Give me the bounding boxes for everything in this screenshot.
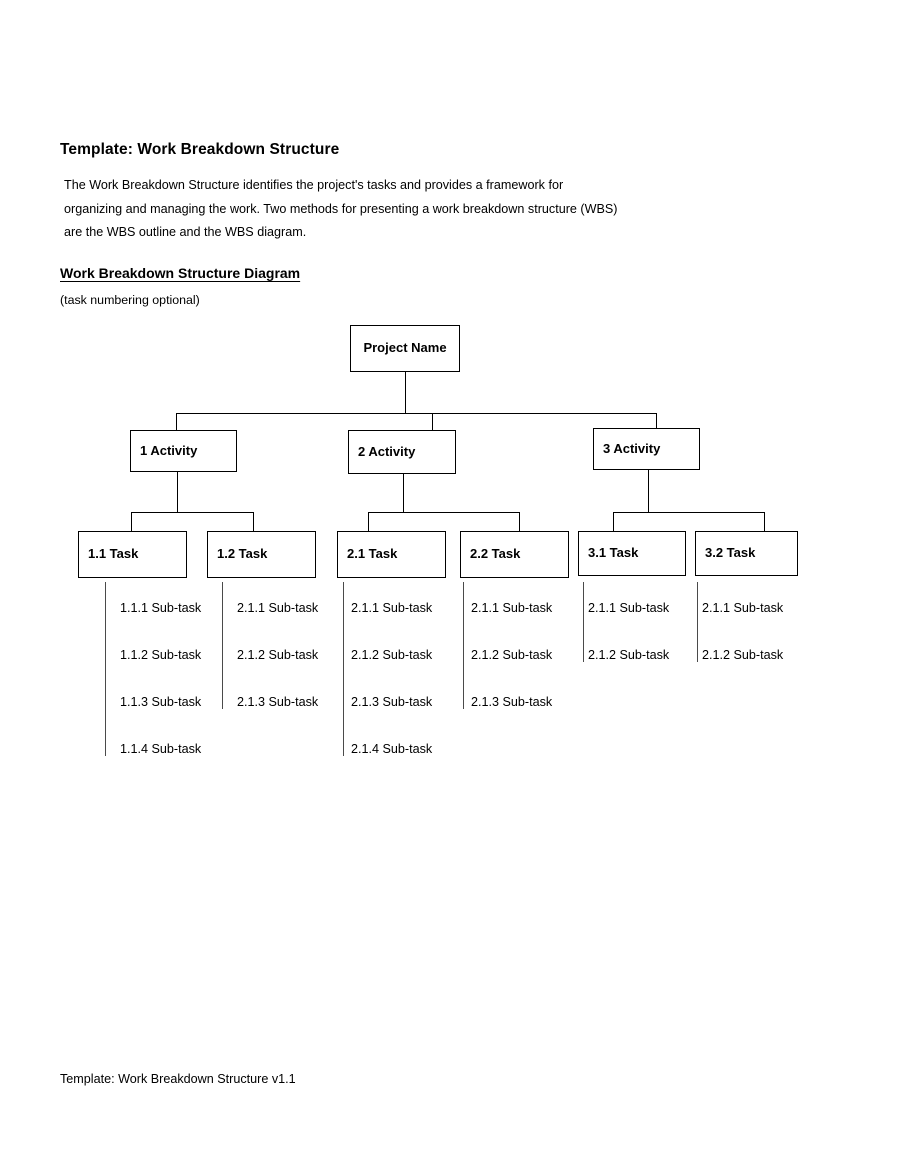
subtask-rail-4 [463,582,464,709]
wbs-node-task-1-2[interactable]: 1.2 Task [207,531,316,578]
wbs-node-task-2-1-label: 2.1 Task [347,546,398,562]
subtask-item[interactable]: 1.1.1 Sub-task [120,601,201,616]
wbs-node-task-1-1-label: 1.1 Task [88,546,139,562]
connector-activity-1-bus [131,512,253,513]
section-note: (task numbering optional) [60,293,200,307]
connector-to-activity-3 [656,413,657,428]
page-title: Template: Work Breakdown Structure [60,141,340,158]
connector-to-task-1-1 [131,512,132,531]
footer-text: Template: Work Breakdown Structure v1.1 [60,1072,296,1086]
connector-activity-2-drop [403,474,404,512]
wbs-node-task-3-2-label: 3.2 Task [705,545,756,561]
wbs-node-activity-1-label: 1 Activity [140,442,198,458]
subtask-item[interactable]: 2.1.2 Sub-task [351,648,432,663]
subtask-item[interactable]: 2.1.3 Sub-task [237,695,318,710]
connector-activity-2-bus [368,512,519,513]
wbs-node-activity-2-label: 2 Activity [358,443,416,459]
subtask-item[interactable]: 2.1.2 Sub-task [588,648,669,663]
connector-to-task-3-2 [764,512,765,531]
connector-to-task-2-2 [519,512,520,531]
subtask-item[interactable]: 2.1.1 Sub-task [588,601,669,616]
subtask-item[interactable]: 2.1.2 Sub-task [237,648,318,663]
wbs-node-task-2-2[interactable]: 2.2 Task [460,531,569,578]
connector-activity-3-drop [648,470,649,512]
subtask-item[interactable]: 2.1.2 Sub-task [702,648,783,663]
subtask-rail-3 [343,582,344,756]
subtask-rail-6 [697,582,698,662]
wbs-node-task-1-2-label: 1.2 Task [217,546,268,562]
subtask-item[interactable]: 2.1.1 Sub-task [351,601,432,616]
wbs-node-activity-1[interactable]: 1 Activity [130,430,237,472]
wbs-node-root-label: Project Name [363,340,447,356]
subtask-item[interactable]: 2.1.1 Sub-task [702,601,783,616]
connector-to-task-1-2 [253,512,254,531]
wbs-node-activity-3[interactable]: 3 Activity [593,428,700,470]
subtask-rail-1 [105,582,106,756]
connector-activity-3-bus [613,512,764,513]
section-heading: Work Breakdown Structure Diagram [60,265,301,281]
subtask-rail-5 [583,582,584,662]
subtask-item[interactable]: 2.1.4 Sub-task [351,742,432,757]
subtask-item[interactable]: 1.1.4 Sub-task [120,742,201,757]
connector-to-activity-2 [432,413,433,430]
connector-activity-1-drop [177,472,178,512]
wbs-node-task-1-1[interactable]: 1.1 Task [78,531,187,578]
wbs-node-task-2-2-label: 2.2 Task [470,546,521,562]
subtask-item[interactable]: 2.1.3 Sub-task [351,695,432,710]
subtask-item[interactable]: 1.1.2 Sub-task [120,648,201,663]
subtask-item[interactable]: 2.1.1 Sub-task [471,601,552,616]
wbs-node-task-3-2[interactable]: 3.2 Task [695,531,798,576]
wbs-node-task-3-1-label: 3.1 Task [588,545,639,561]
connector-to-task-3-1 [613,512,614,531]
intro-paragraph: The Work Breakdown Structure identifies … [64,178,618,239]
subtask-rail-2 [222,582,223,709]
subtask-item[interactable]: 1.1.3 Sub-task [120,695,201,710]
connector-root-drop [405,372,406,413]
wbs-node-task-2-1[interactable]: 2.1 Task [337,531,446,578]
wbs-node-root[interactable]: Project Name [350,325,460,372]
wbs-node-activity-3-label: 3 Activity [603,440,661,456]
wbs-node-task-3-1[interactable]: 3.1 Task [578,531,686,576]
wbs-node-activity-2[interactable]: 2 Activity [348,430,456,474]
connector-to-task-2-1 [368,512,369,531]
subtask-item[interactable]: 2.1.2 Sub-task [471,648,552,663]
subtask-item[interactable]: 2.1.1 Sub-task [237,601,318,616]
connector-to-activity-1 [176,413,177,430]
subtask-item[interactable]: 2.1.3 Sub-task [471,695,552,710]
connector-level1-bus [176,413,657,414]
